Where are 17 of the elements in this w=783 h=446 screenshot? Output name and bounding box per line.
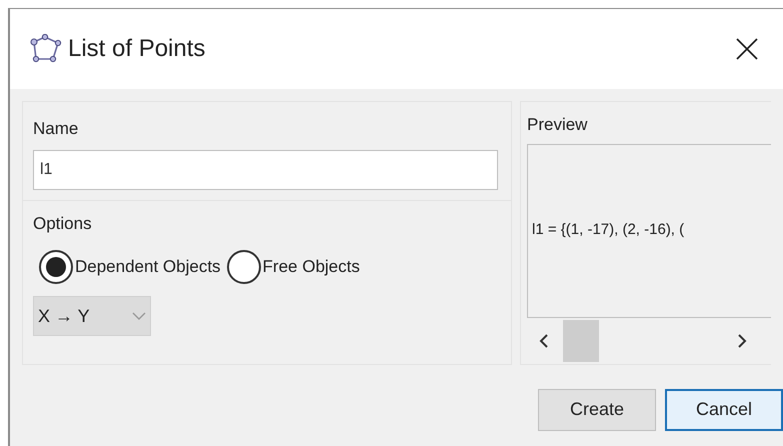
radio-option[interactable]: Free Objects bbox=[226, 250, 360, 284]
dialog-button[interactable]: Cancel bbox=[665, 388, 783, 430]
name-field[interactable]: l1 bbox=[33, 150, 498, 190]
radio-option[interactable]: Dependent Objects bbox=[39, 250, 221, 284]
polygon-icon bbox=[28, 34, 62, 64]
close-icon bbox=[735, 37, 759, 61]
section-label: Options bbox=[33, 212, 93, 234]
radio-button[interactable] bbox=[39, 250, 73, 284]
direction-dropdown[interactable]: X → Y bbox=[33, 296, 151, 336]
dialog-button[interactable]: Create bbox=[538, 388, 656, 430]
scrollbar-thumb[interactable] bbox=[563, 320, 599, 362]
chevron-down-icon bbox=[132, 312, 146, 320]
radio-button[interactable] bbox=[226, 250, 261, 284]
window-title: List of Points bbox=[68, 34, 206, 64]
section-label: Preview bbox=[527, 114, 588, 136]
section-label: Name bbox=[33, 118, 80, 140]
preview-text: l1 = {(1, -17), (2, -16), ( bbox=[532, 220, 684, 240]
